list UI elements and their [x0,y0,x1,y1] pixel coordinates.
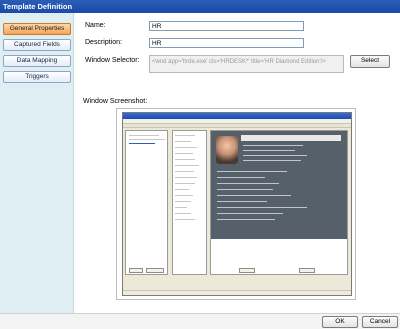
window-title: Template Definition [0,0,400,13]
screenshot-mid-panel [172,130,207,275]
screenshot-left-panel [125,130,168,275]
screenshot-text-line [217,183,279,184]
screenshot-add-button [129,268,143,273]
screenshot-text-line [243,145,303,146]
screenshot-text-line [217,195,291,196]
screenshot-text-line [243,150,295,151]
screenshot-text-line [175,153,193,154]
window-selector-field[interactable]: <wnd app='hrde.exe' cls='HRDESK*' title=… [149,55,344,73]
screenshot-text-line [217,213,283,214]
screenshot-selected-line [129,143,155,144]
screenshot-text-line [175,219,195,220]
screenshot-text-line [175,213,191,214]
screenshot-text-line [175,183,195,184]
screenshot-text-line [175,135,195,136]
select-button[interactable]: Select [350,55,390,68]
screenshot-text-line [175,189,189,190]
ok-button[interactable]: OK [322,316,358,328]
nav-general-properties[interactable]: General Properties [3,23,71,35]
nav-data-mapping[interactable]: Data Mapping [3,55,71,67]
window-selector-label: Window Selector: [85,57,140,64]
description-label: Description: [85,39,122,46]
screenshot-ok-button [239,268,255,273]
window-screenshot-label: Window Screenshot: [83,98,148,105]
screenshot-text-line [243,160,301,161]
screenshot-text-line [175,177,197,178]
screenshot-text-line [217,171,287,172]
screenshot-employee-header [241,135,341,141]
window-screenshot-image [122,112,352,296]
screenshot-text-line [217,219,275,220]
screenshot-statusbar [123,290,351,295]
nav-triggers[interactable]: Triggers [3,71,71,83]
screenshot-text-line [129,139,165,140]
screenshot-text-line [243,155,307,156]
screenshot-text-line [175,171,194,172]
screenshot-text-line [129,135,159,136]
screenshot-text-line [217,207,307,208]
screenshot-text-line [175,165,199,166]
screenshot-text-line [175,159,195,160]
name-input[interactable]: HR [149,21,304,31]
screenshot-toolbar [123,124,351,128]
description-input[interactable]: HR [149,38,304,48]
window-screenshot-frame [116,108,356,300]
nav-captured-fields[interactable]: Captured Fields [3,39,71,51]
screenshot-text-line [217,189,273,190]
screenshot-text-line [175,207,187,208]
screenshot-text-line [175,195,193,196]
dialog-footer: OK Cancel [0,313,400,329]
screenshot-employee-photo [216,136,238,164]
nav-panel: General Properties Captured Fields Data … [0,13,74,313]
screenshot-text-line [217,201,267,202]
screenshot-text-line [175,147,197,148]
name-label: Name: [85,22,106,29]
screenshot-text-line [217,177,265,178]
cancel-button[interactable]: Cancel [362,316,398,328]
screenshot-text-line [175,201,191,202]
screenshot-remove-button [146,268,164,273]
screenshot-text-line [175,141,191,142]
screenshot-right-panel [210,130,348,275]
screenshot-employee-card [211,131,347,239]
screenshot-edit-button [299,268,315,273]
